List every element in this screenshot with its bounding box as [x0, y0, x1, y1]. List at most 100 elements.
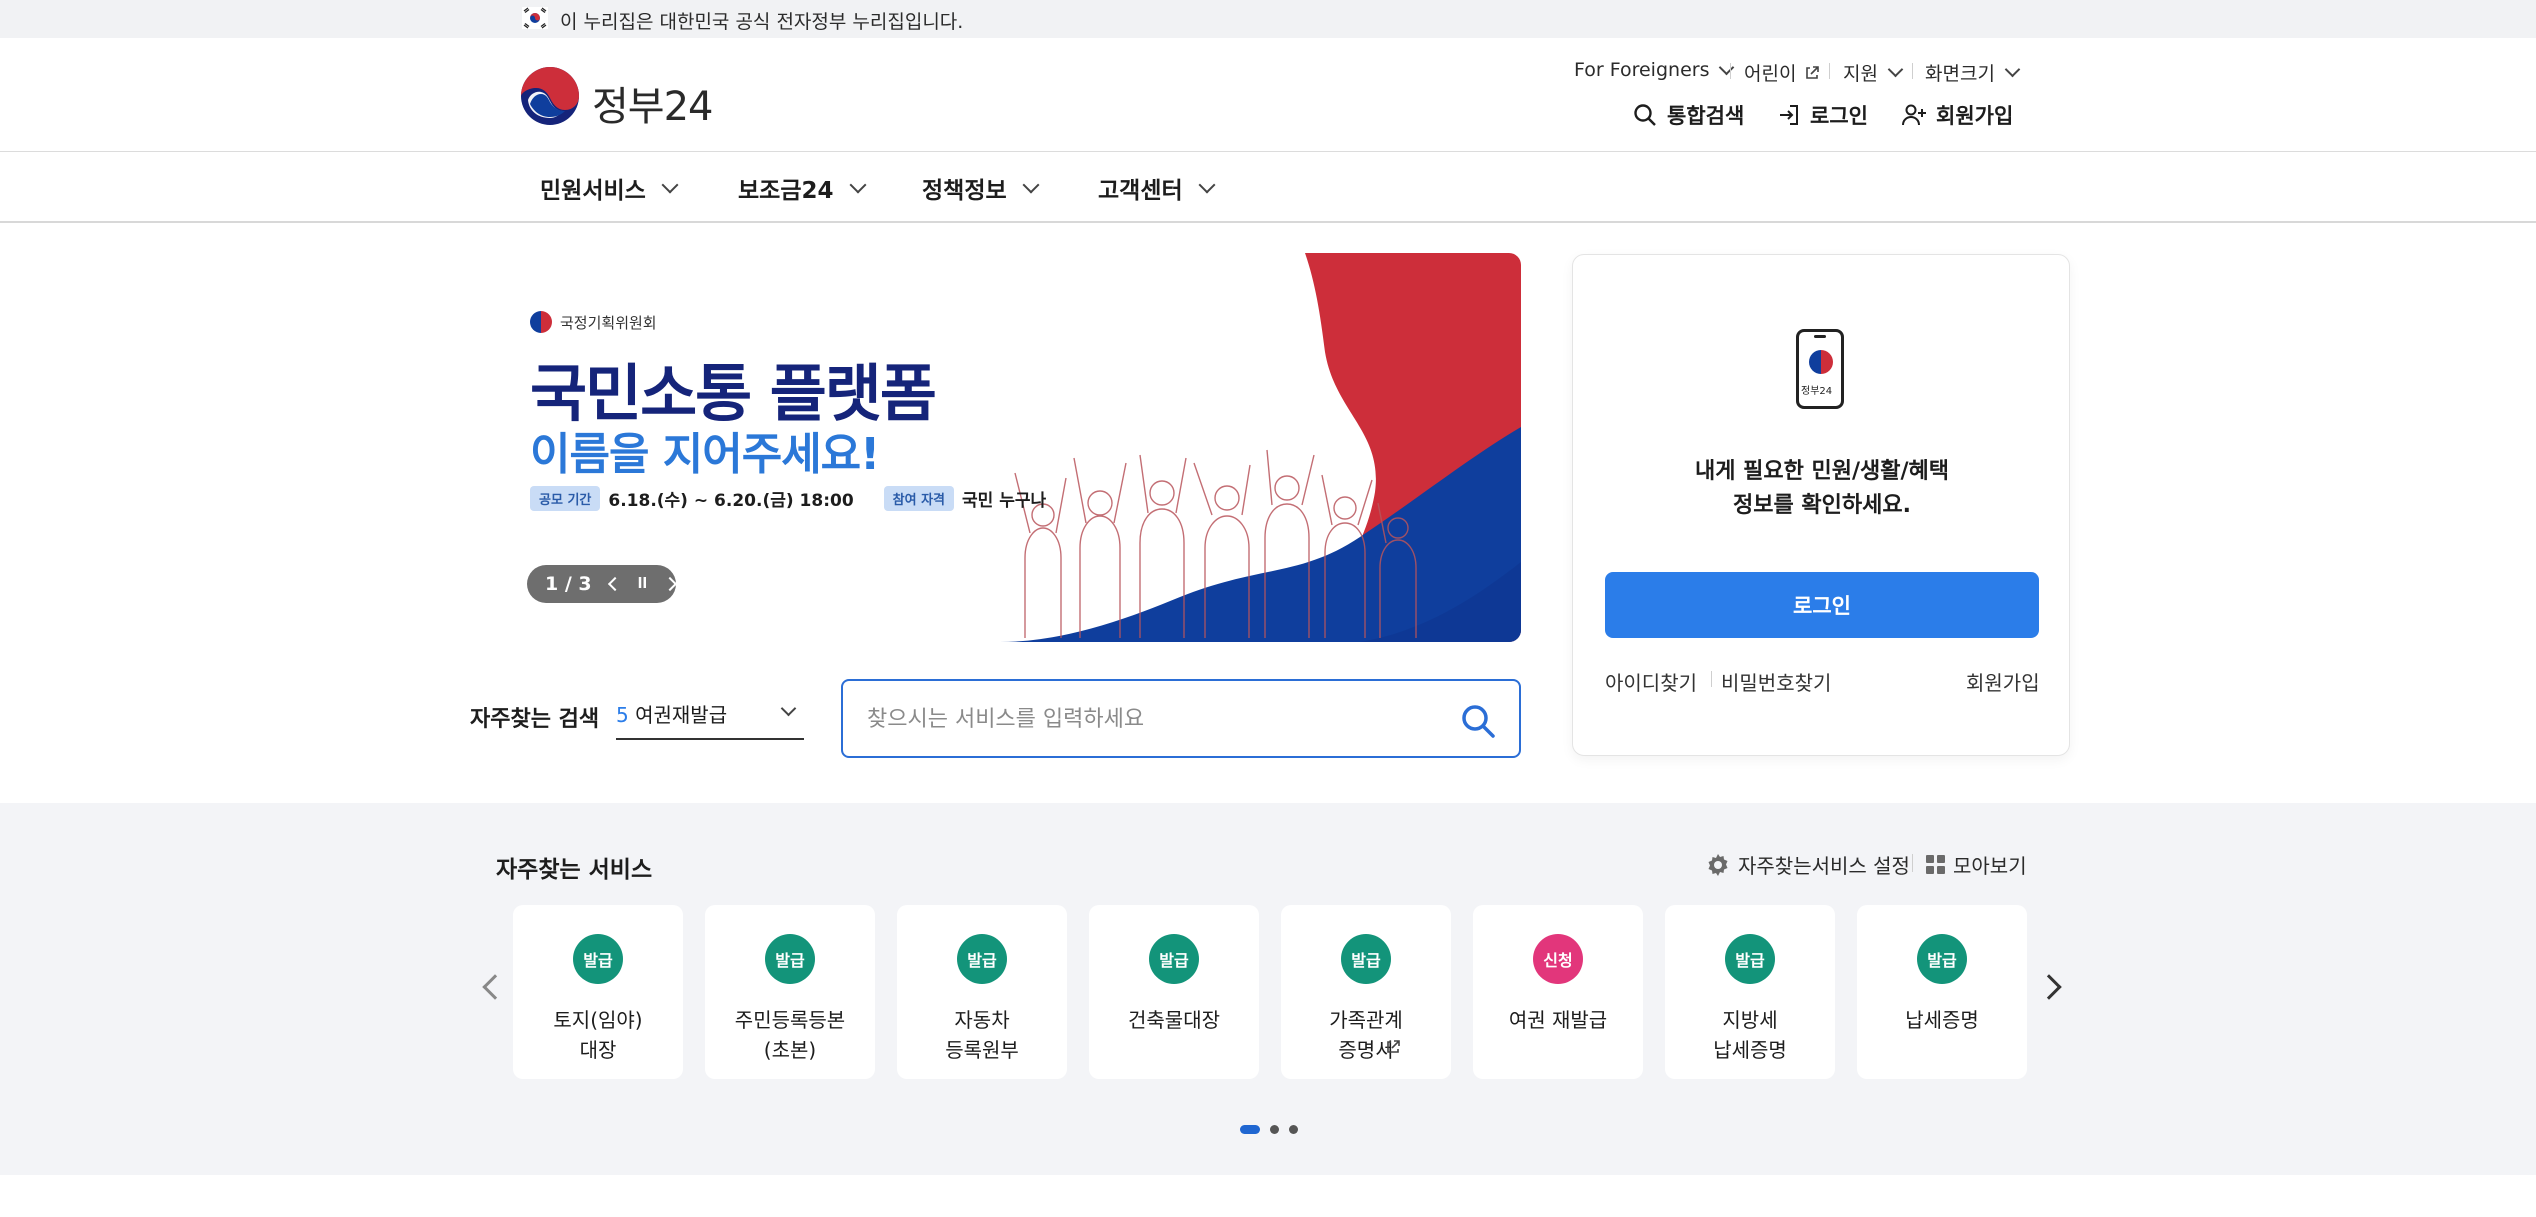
banner-pager: 1 / 3 ll: [527, 565, 678, 603]
service-card[interactable]: 발급 자동차 등록원부: [897, 905, 1067, 1079]
chevron-down-icon: [849, 176, 866, 194]
header-signup-button[interactable]: 회원가입: [1902, 100, 2013, 130]
kids-link[interactable]: 어린이: [1744, 59, 1820, 86]
chevron-right-icon[interactable]: [2036, 974, 2062, 1000]
screen-size-menu[interactable]: 화면크기: [1925, 59, 2021, 86]
screen-size-label: 화면크기: [1925, 63, 1995, 85]
support-menu[interactable]: 지원: [1843, 59, 1904, 86]
signup-link[interactable]: 회원가입: [1966, 667, 2040, 696]
foreigners-label: For Foreigners: [1574, 59, 1710, 81]
gear-icon: [1708, 853, 1728, 876]
period-text: 6.18.(수) ~ 6.20.(금) 18:00: [608, 491, 854, 511]
chevron-left-icon[interactable]: [482, 974, 508, 1000]
support-label: 지원: [1843, 63, 1878, 85]
nav-item-civil-services[interactable]: 민원서비스: [540, 171, 679, 205]
integrated-search-button[interactable]: 통합검색: [1633, 100, 1744, 130]
login-card: 정부24 내게 필요한 민원/생활/혜택 정보를 확인하세요. 로그인 아이디찾…: [1572, 254, 2070, 756]
find-id-link[interactable]: 아이디찾기: [1605, 667, 1697, 696]
target-text: 국민 누구나: [962, 491, 1047, 511]
grid-icon: [1926, 855, 1945, 874]
service-badge: 발급: [1149, 934, 1199, 984]
frequent-services-title: 자주찾는 서비스: [496, 857, 653, 883]
service-badge: 발급: [957, 934, 1007, 984]
banner-subtitle: 이름을 지어주세요!: [530, 429, 880, 480]
main-navigation: 민원서비스 보조금24 정책정보 고객센터: [0, 153, 2536, 223]
nav-item-label: 고객센터: [1098, 178, 1183, 204]
main-banner[interactable]: 국정기획위원회 국민소통 플랫폼 이름을 지어주세요! 공모 기간 6.18.(…: [520, 253, 1521, 642]
service-name: 여권 재발급: [1508, 1008, 1608, 1032]
banner-org: 국정기획위원회: [530, 311, 657, 333]
login-card-message-line1: 내게 필요한 민원/생활/혜택: [1694, 459, 1950, 484]
chevron-down-icon: [2004, 61, 2021, 78]
chevron-left-icon[interactable]: [607, 576, 622, 592]
settings-label: 자주찾는서비스 설정: [1738, 854, 1910, 878]
site-logo-text[interactable]: 정부24: [592, 74, 713, 132]
add-user-icon: [1902, 104, 1926, 126]
korean-flag-icon: [522, 7, 548, 29]
frequent-search-select[interactable]: 5 여권재발급: [616, 699, 804, 740]
service-card[interactable]: 발급 토지(임야) 대장: [513, 905, 683, 1079]
mobile-app-icon: 정부24: [1796, 329, 1844, 409]
service-search-input[interactable]: [867, 697, 1427, 741]
carousel-dot[interactable]: [1289, 1125, 1298, 1134]
nav-item-subsidy24[interactable]: 보조금24: [738, 171, 866, 205]
login-button[interactable]: 로그인: [1605, 572, 2039, 638]
banner-org-label: 국정기획위원회: [560, 313, 657, 332]
service-card[interactable]: 신청 여권 재발급: [1473, 905, 1643, 1079]
frequent-search-value: 여권재발급: [635, 703, 728, 727]
service-badge: 발급: [573, 934, 623, 984]
frequent-services-settings[interactable]: 자주찾는서비스 설정: [1706, 850, 1910, 879]
chevron-down-icon: [1719, 59, 1735, 75]
search-icon: [1634, 104, 1656, 126]
view-all-label: 모아보기: [1953, 854, 2027, 878]
site-header: 정부24 For Foreigners 어린이 지원 화면크기 통합검색 로그인: [0, 38, 2536, 152]
service-name: 건축물대장: [1128, 1008, 1220, 1032]
external-link-icon: [1387, 1040, 1400, 1053]
nav-item-label: 정책정보: [922, 178, 1007, 204]
separator: [1711, 671, 1712, 687]
carousel-dot[interactable]: [1240, 1125, 1260, 1134]
gov-logo-icon[interactable]: [520, 66, 580, 126]
chevron-down-icon: [661, 176, 679, 194]
service-name: 납세증명: [1905, 1008, 1979, 1032]
nav-item-label: 보조금24: [738, 178, 834, 204]
chevron-down-icon: [1887, 61, 1904, 78]
service-card[interactable]: 발급 건축물대장: [1089, 905, 1259, 1079]
carousel-dot[interactable]: [1270, 1125, 1279, 1134]
service-card[interactable]: 발급 주민등록등본 (초본): [705, 905, 875, 1079]
service-name: 지방세 납세증명: [1713, 1008, 1787, 1062]
separator: [1912, 854, 1913, 872]
chevron-down-icon: [780, 700, 797, 717]
login-card-message: 내게 필요한 민원/생활/혜택 정보를 확인하세요.: [1573, 455, 2071, 523]
service-name: 주민등록등본 (초본): [734, 1008, 846, 1062]
pause-icon[interactable]: ll: [638, 576, 648, 592]
service-badge: 발급: [765, 934, 815, 984]
period-tag: 공모 기간: [530, 486, 601, 511]
view-all-button[interactable]: 모아보기: [1926, 850, 2027, 879]
service-search-box: [841, 679, 1521, 758]
service-card[interactable]: 발급 납세증명: [1857, 905, 2027, 1079]
chevron-down-icon: [1022, 176, 1040, 194]
phone-speaker: [1814, 335, 1826, 338]
service-card[interactable]: 발급 가족관계 증명서: [1281, 905, 1451, 1079]
search-icon[interactable]: [1460, 703, 1496, 739]
service-badge: 발급: [1917, 934, 1967, 984]
find-password-link[interactable]: 비밀번호찾기: [1721, 667, 1831, 696]
service-badge: 발급: [1341, 934, 1391, 984]
chevron-right-icon[interactable]: [663, 576, 678, 592]
nav-item-customer-center[interactable]: 고객센터: [1098, 171, 1216, 205]
service-name: 가족관계 증명서: [1329, 1008, 1403, 1062]
target-tag: 참여 자격: [883, 486, 955, 511]
header-login-button[interactable]: 로그인: [1778, 100, 1868, 130]
nav-item-policy-info[interactable]: 정책정보: [922, 171, 1040, 205]
carousel-dots: [1240, 1125, 1298, 1134]
foreigners-menu[interactable]: For Foreigners: [1574, 59, 1735, 81]
header-login-label: 로그인: [1810, 104, 1868, 128]
service-badge: 발급: [1725, 934, 1775, 984]
phone-label: 정부24: [1801, 386, 1833, 397]
service-card[interactable]: 발급 지방세 납세증명: [1665, 905, 1835, 1079]
frequent-search-rank: 5: [616, 703, 629, 727]
kids-label: 어린이: [1744, 63, 1797, 85]
service-badge: 신청: [1533, 934, 1583, 984]
nav-item-label: 민원서비스: [540, 178, 646, 204]
